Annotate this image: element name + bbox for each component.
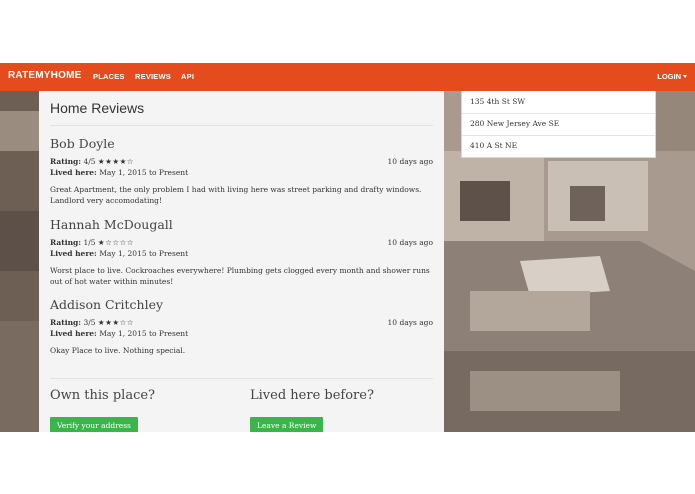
rating-row: Rating: 1/5 ★☆☆☆☆ 10 days ago [50,237,433,248]
reviews-panel: Home Reviews Bob Doyle Rating: 4/5 ★★★★☆… [39,91,444,432]
caret-down-icon [683,75,687,78]
rating-value: 1/5 [83,238,96,247]
dropdown-item[interactable]: 280 New Jersey Ave SE [470,119,559,128]
lived-row: Lived here: May 1, 2015 to Present [50,328,433,339]
reviewer-name: Addison Critchley [50,297,164,312]
lived-row: Lived here: May 1, 2015 to Present [50,248,433,259]
review-date: 10 days ago [387,157,433,166]
dropdown-item[interactable]: 410 A St NE [470,141,517,150]
page-title: Home Reviews [50,100,145,116]
review-text: Okay Place to live. Nothing special. [50,346,186,355]
review-item: Addison Critchley Rating: 3/5 ★★★☆☆ 10 d… [50,297,433,356]
review-item: Hannah McDougall Rating: 1/5 ★☆☆☆☆ 10 da… [50,217,433,287]
navbar: RATEMYHOME PLACES REVIEWS API LOGIN [0,63,695,91]
review-item: Bob Doyle Rating: 4/5 ★★★★☆ 10 days ago … [50,136,433,206]
lived-dates: May 1, 2015 to Present [99,329,189,338]
dropdown-item[interactable]: 135 4th St SW [470,97,525,106]
lived-dates: May 1, 2015 to Present [99,249,189,258]
rating-label: Rating: [50,157,82,166]
rating-row: Rating: 3/5 ★★★☆☆ 10 days ago [50,317,433,328]
lived-label: Lived here: [50,168,97,177]
rating-value: 4/5 [83,157,96,166]
lived-label: Lived here: [50,329,97,338]
review-text: Great Apartment, the only problem I had … [50,185,422,205]
divider [50,378,433,379]
nav-places[interactable]: PLACES [93,72,125,81]
star-rating-icon: ★☆☆☆☆ [97,238,135,247]
review-text: Worst place to live. Cockroaches everywh… [50,266,430,286]
lived-label: Lived here: [50,249,97,258]
reviewer-name: Bob Doyle [50,136,115,151]
star-rating-icon: ★★★☆☆ [97,318,135,327]
login-label: LOGIN [657,72,681,81]
brand-logo[interactable]: RATEMYHOME [8,70,81,81]
dropdown-divider [462,135,655,136]
rating-row: Rating: 4/5 ★★★★☆ 10 days ago [50,156,433,167]
address-dropdown-menu: 135 4th St SW 280 New Jersey Ave SE 410 … [461,91,656,158]
dropdown-divider [462,113,655,114]
lived-row: Lived here: May 1, 2015 to Present [50,167,433,178]
review-date: 10 days ago [387,238,433,247]
nav-reviews[interactable]: REVIEWS [135,72,171,81]
rating-label: Rating: [50,318,82,327]
leave-review-button[interactable]: Leave a Review [250,417,324,432]
review-date: 10 days ago [387,318,433,327]
login-dropdown-toggle[interactable]: LOGIN [657,72,687,81]
verify-address-button[interactable]: Verify your address [50,417,138,432]
reviewer-name: Hannah McDougall [50,217,173,232]
rating-label: Rating: [50,238,82,247]
lived-before-heading: Lived here before? [250,388,374,403]
divider [50,125,433,126]
star-rating-icon: ★★★★☆ [97,157,135,166]
nav-api[interactable]: API [181,72,194,81]
own-place-heading: Own this place? [50,388,156,403]
lived-dates: May 1, 2015 to Present [99,168,189,177]
rating-value: 3/5 [83,318,96,327]
